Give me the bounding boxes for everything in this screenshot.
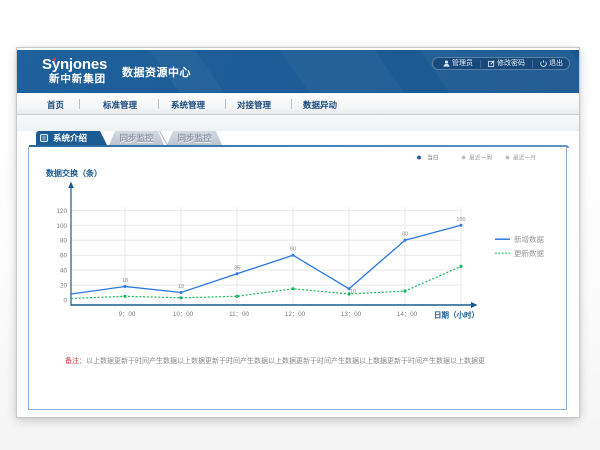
svg-text:14：00: 14：00 xyxy=(397,311,418,318)
svg-text:11：00: 11：00 xyxy=(229,311,249,318)
svg-text:10：00: 10：00 xyxy=(173,311,194,318)
svg-text:新增数据: 新增数据 xyxy=(514,234,544,244)
svg-text:数据交换（条）: 数据交换（条） xyxy=(46,168,102,178)
svg-text:最近一月: 最近一月 xyxy=(513,154,536,162)
svg-text:日期（小时）: 日期（小时） xyxy=(434,310,479,320)
svg-text:120: 120 xyxy=(56,208,67,215)
svg-text:10: 10 xyxy=(350,289,356,295)
svg-text:40: 40 xyxy=(60,268,68,275)
svg-text:当日: 当日 xyxy=(427,154,439,162)
svg-text:60: 60 xyxy=(290,247,296,253)
svg-text:80: 80 xyxy=(60,238,68,245)
svg-text:最近一周: 最近一周 xyxy=(469,154,492,162)
svg-text:9：00: 9：00 xyxy=(119,311,136,318)
svg-text:0: 0 xyxy=(63,298,67,305)
svg-text:12：00: 12：00 xyxy=(285,311,306,318)
svg-text:35: 35 xyxy=(234,265,240,271)
svg-text:更新数据: 更新数据 xyxy=(514,248,544,258)
svg-text:100: 100 xyxy=(456,217,465,223)
svg-text:20: 20 xyxy=(60,283,68,290)
svg-text:80: 80 xyxy=(402,232,408,238)
svg-text:100: 100 xyxy=(56,223,67,230)
svg-text:13：00: 13：00 xyxy=(341,311,362,318)
svg-text:18: 18 xyxy=(122,278,128,284)
svg-text:60: 60 xyxy=(60,253,68,260)
svg-text:10: 10 xyxy=(178,284,184,290)
